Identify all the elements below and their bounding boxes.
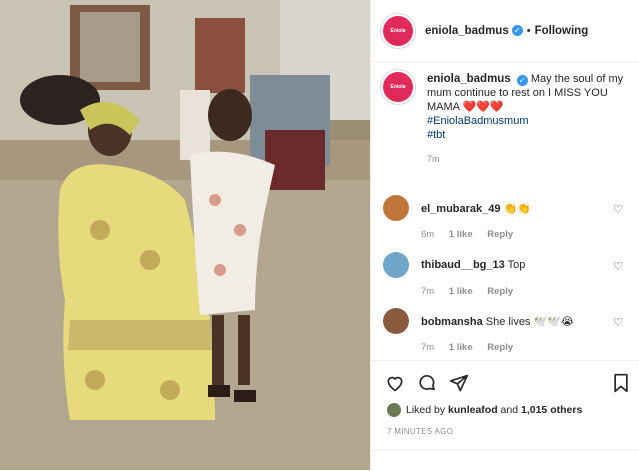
verified-badge-icon: ✓	[516, 75, 528, 86]
account-avatar[interactable]: Eniola	[383, 15, 413, 46]
liker-username[interactable]: kunleafod	[448, 404, 498, 416]
comment-username[interactable]: bobmansha	[421, 316, 483, 328]
like-comment-heart-icon[interactable]: ♡	[613, 203, 623, 216]
hashtag-link[interactable]: #tbt	[427, 128, 627, 142]
comment-username[interactable]: el_mubarak_49	[421, 203, 501, 215]
header-username[interactable]: eniola_badmus	[425, 25, 509, 37]
avatar-text: Eniola	[390, 84, 406, 90]
separator-dot: •	[526, 24, 531, 37]
reply-button[interactable]: Reply	[487, 229, 513, 240]
vintage-photo-mother-daughter	[0, 0, 370, 470]
following-button[interactable]: Following	[535, 25, 589, 37]
others-likes[interactable]: 1,015 others	[521, 404, 582, 416]
liked-connector: and	[500, 404, 519, 416]
verified-badge-icon: ✓	[511, 25, 523, 36]
likes-summary[interactable]: Liked by kunleafod and 1,015 others	[387, 403, 582, 417]
caption-username[interactable]: eniola_badmus	[427, 73, 511, 85]
add-comment-area[interactable]	[371, 450, 639, 471]
caption-time[interactable]: 7m	[427, 152, 627, 166]
post-photo[interactable]	[0, 0, 370, 470]
comment-username[interactable]: thibaud__bg_13	[421, 259, 505, 271]
reply-button[interactable]: Reply	[487, 286, 513, 297]
post-header: Eniola eniola_badmus ✓ • Following	[371, 0, 639, 62]
caption-emojis: ❤️❤️❤️	[462, 101, 504, 113]
comment-text: 👏👏	[503, 202, 531, 215]
caption: Eniola eniola_badmus ✓ May the soul of m…	[371, 72, 639, 166]
avatar-text: Eniola	[390, 27, 406, 34]
like-comment-heart-icon[interactable]: ♡	[613, 260, 623, 273]
commenter-avatar[interactable]	[383, 195, 409, 221]
comment-item: thibaud__bg_13 Top 7m 1 like Reply ♡	[383, 252, 633, 297]
share-icon[interactable]	[449, 373, 469, 393]
post-timestamp[interactable]: 7 MINUTES AGO	[387, 427, 453, 436]
comment-likes[interactable]: 1 like	[449, 229, 473, 240]
comment-likes[interactable]: 1 like	[449, 286, 473, 297]
heart-icon[interactable]	[385, 373, 405, 393]
comment-time[interactable]: 7m	[421, 342, 434, 353]
comment-item: bobmansha She lives 🕊️🕊️😭 7m 1 like Repl…	[383, 308, 633, 353]
bookmark-icon[interactable]	[612, 373, 630, 393]
reply-button[interactable]: Reply	[487, 342, 513, 353]
post-side-panel: Eniola eniola_badmus ✓ • Following Eniol…	[370, 0, 639, 470]
comment-likes[interactable]: 1 like	[449, 342, 473, 353]
liked-by-prefix: Liked by	[406, 404, 446, 416]
liker-avatar[interactable]	[387, 403, 401, 417]
commenter-avatar[interactable]	[383, 308, 409, 334]
comment-text: Top	[507, 259, 526, 271]
comment-text: She lives 🕊️🕊️😭	[485, 315, 574, 328]
caption-avatar[interactable]: Eniola	[383, 72, 413, 102]
comment-icon[interactable]	[417, 373, 437, 393]
commenter-avatar[interactable]	[383, 252, 409, 278]
like-comment-heart-icon[interactable]: ♡	[613, 316, 623, 329]
hashtag-link[interactable]: #EniolaBadmusmum	[427, 114, 627, 128]
comment-time[interactable]: 7m	[421, 286, 434, 297]
comment-item: el_mubarak_49 👏👏 6m 1 like Reply ♡	[383, 195, 633, 240]
comment-time[interactable]: 6m	[421, 229, 434, 240]
